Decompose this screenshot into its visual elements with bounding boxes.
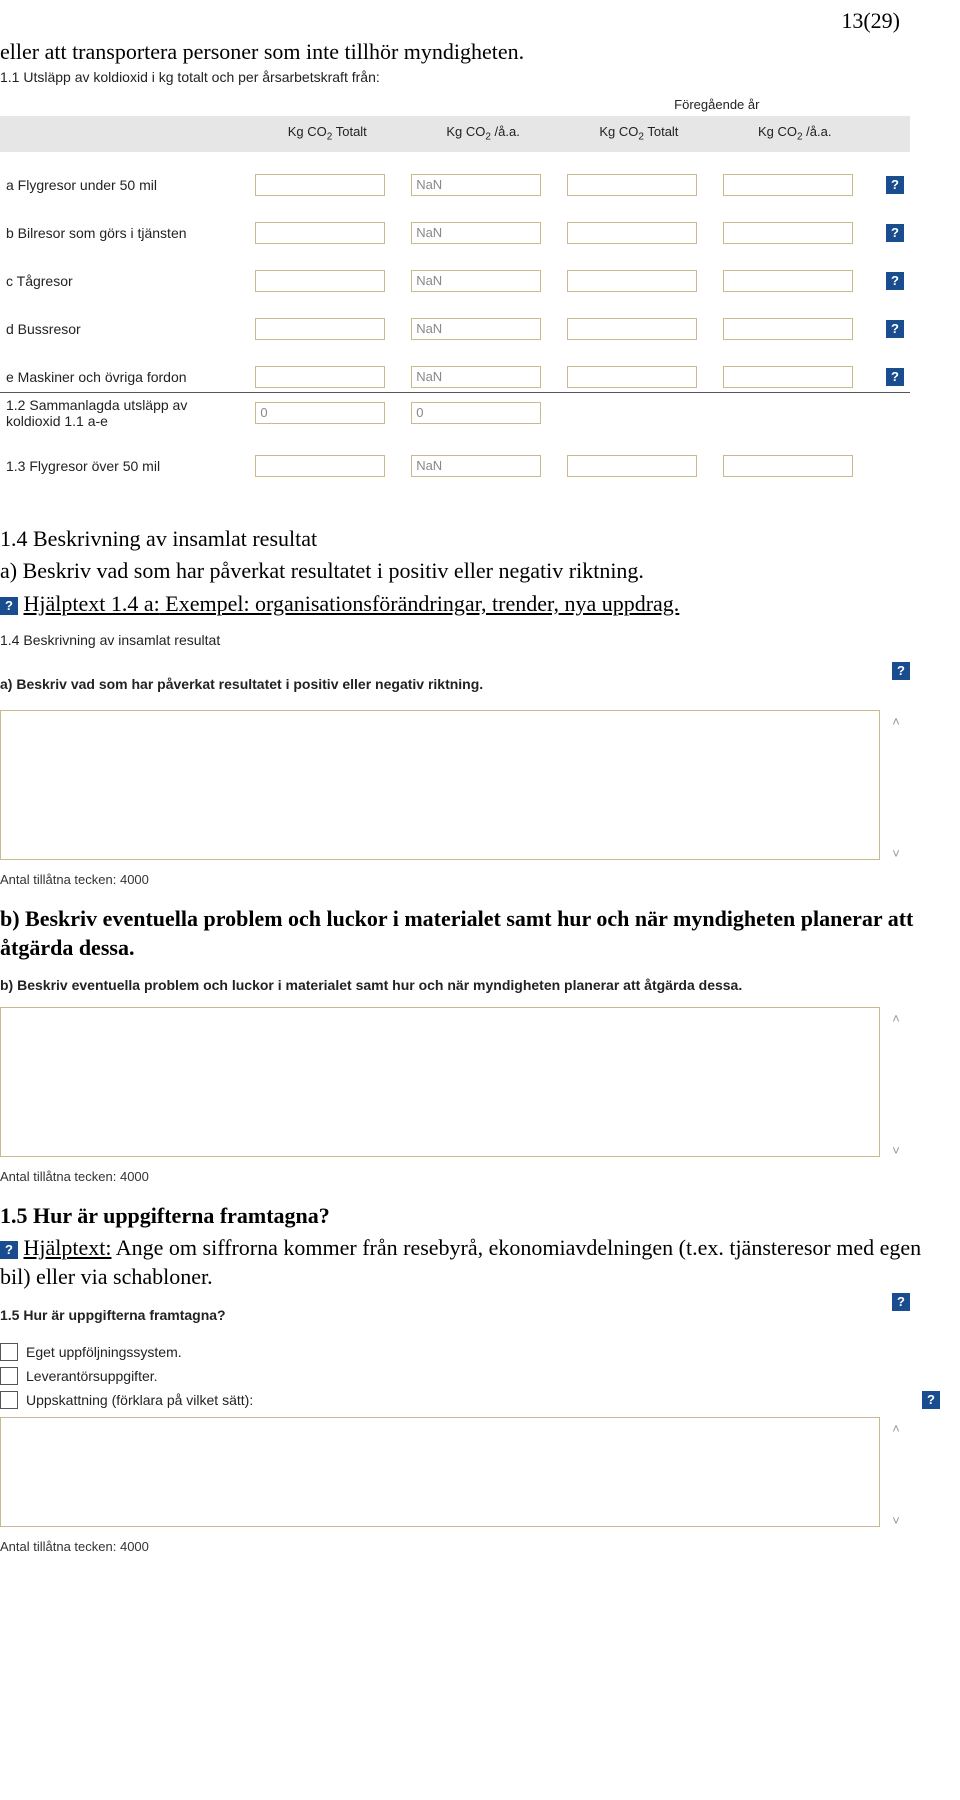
prev-co2-peraa-input[interactable] <box>723 222 853 244</box>
scroll-up-icon[interactable]: ˄ <box>888 1011 904 1027</box>
prev-co2-total-input[interactable] <box>567 455 697 477</box>
col-header: Totalt <box>644 124 678 139</box>
prev-co2-total-input[interactable] <box>567 222 697 244</box>
option-label: Uppskattning (förklara på vilket sätt): <box>26 1392 253 1408</box>
option-estimation[interactable]: Uppskattning (förklara på vilket sätt): … <box>0 1391 940 1409</box>
sec-1-4-title: 1.4 Beskrivning av insamlat resultat <box>0 525 940 554</box>
co2-total-input[interactable] <box>255 222 385 244</box>
sum-total <box>255 402 385 424</box>
prev-co2-peraa-input[interactable] <box>723 366 853 388</box>
page-number: 13(29) <box>0 0 940 34</box>
option-supplier[interactable]: Leverantörsuppgifter. <box>0 1367 940 1385</box>
help-icon[interactable]: ? <box>886 368 904 386</box>
checkbox-icon[interactable] <box>0 1391 18 1409</box>
help-link: Hjälptext: <box>24 1235 112 1260</box>
prev-co2-peraa-input[interactable] <box>723 174 853 196</box>
option-label: Leverantörsuppgifter. <box>26 1368 158 1384</box>
co2-peraa-input[interactable] <box>411 455 541 477</box>
prev-co2-total-input[interactable] <box>567 366 697 388</box>
co2-total-input[interactable] <box>255 270 385 292</box>
emissions-table: Föregående år Kg CO2 Totalt Kg CO2 /å.a.… <box>0 93 910 481</box>
sec-1-4b-form-label: b) Beskriv eventuella problem och luckor… <box>0 977 940 993</box>
co2-peraa-input[interactable] <box>411 222 541 244</box>
help-icon[interactable]: ? <box>886 272 904 290</box>
char-count-note: Antal tillåtna tecken: 4000 <box>0 1169 940 1184</box>
co2-peraa-input[interactable] <box>411 318 541 340</box>
row-label: c Tågresor <box>0 266 249 296</box>
co2-total-input[interactable] <box>255 174 385 196</box>
scroll-down-icon[interactable]: ˅ <box>888 1513 904 1529</box>
scroll-up-icon[interactable]: ˄ <box>888 714 904 730</box>
sec-1-4a-textarea[interactable] <box>0 710 880 860</box>
sec-1-5-form-title: 1.5 Hur är uppgifterna framtagna? <box>0 1307 892 1323</box>
help-text: Exempel: organisationsförändringar, tren… <box>160 591 680 616</box>
sec-1-4b-textarea[interactable] <box>0 1007 880 1157</box>
co2-total-input[interactable] <box>255 455 385 477</box>
prev-co2-total-input[interactable] <box>567 174 697 196</box>
col-header: /å.a. <box>803 124 832 139</box>
scroll-up-icon[interactable]: ˄ <box>888 1421 904 1437</box>
row-label: a Flygresor under 50 mil <box>0 170 249 200</box>
help-icon[interactable]: ? <box>892 1293 910 1311</box>
prev-co2-total-input[interactable] <box>567 270 697 292</box>
sec-1-4a-form-label: a) Beskriv vad som har påverkat resultat… <box>0 676 892 692</box>
option-own-system[interactable]: Eget uppföljningssystem. <box>0 1343 940 1361</box>
sec-1-5-textarea[interactable] <box>0 1417 880 1527</box>
help-icon[interactable]: ? <box>886 320 904 338</box>
sec-1-5-title: 1.5 Hur är uppgifterna framtagna? <box>0 1202 940 1231</box>
co2-total-input[interactable] <box>255 318 385 340</box>
char-count-note: Antal tillåtna tecken: 4000 <box>0 872 940 887</box>
prev-co2-peraa-input[interactable] <box>723 270 853 292</box>
col-header: Kg CO <box>758 124 797 139</box>
scroll-down-icon[interactable]: ˅ <box>888 846 904 862</box>
help-text: Ange om siffrorna kommer från resebyrå, … <box>0 1235 921 1289</box>
co2-peraa-input[interactable] <box>411 270 541 292</box>
col-header: Totalt <box>332 124 366 139</box>
help-icon[interactable]: ? <box>922 1391 940 1409</box>
help-icon[interactable]: ? <box>886 176 904 194</box>
co2-total-input[interactable] <box>255 366 385 388</box>
col-header: /å.a. <box>491 124 520 139</box>
help-icon[interactable]: ? <box>886 224 904 242</box>
co2-peraa-input[interactable] <box>411 366 541 388</box>
prev-co2-total-input[interactable] <box>567 318 697 340</box>
row-label: d Bussresor <box>0 314 249 344</box>
prev-year-header: Föregående år <box>561 93 873 116</box>
row-label: 1.3 Flygresor över 50 mil <box>0 451 249 481</box>
col-header: Kg CO <box>599 124 638 139</box>
row-label: b Bilresor som görs i tjänsten <box>0 218 249 248</box>
help-1-4a: ? Hjälptext 1.4 a: Exempel: organisation… <box>0 590 940 619</box>
col-header: Kg CO <box>288 124 327 139</box>
checkbox-icon[interactable] <box>0 1367 18 1385</box>
col-header: Kg CO <box>446 124 485 139</box>
intro-text: eller att transportera personer som inte… <box>0 38 940 67</box>
co2-peraa-input[interactable] <box>411 174 541 196</box>
sec-1-1-title: 1.1 Utsläpp av koldioxid i kg totalt och… <box>0 69 940 85</box>
help-icon[interactable]: ? <box>0 1241 18 1259</box>
checkbox-icon[interactable] <box>0 1343 18 1361</box>
option-label: Eget uppföljningssystem. <box>26 1344 182 1360</box>
prev-co2-peraa-input[interactable] <box>723 455 853 477</box>
sec-1-4b-text: b) Beskriv eventuella problem och luckor… <box>0 905 940 962</box>
sec-1-4a-text: a) Beskriv vad som har påverkat resultat… <box>0 557 940 586</box>
sum-label: 1.2 Sammanlagda utsläpp av koldioxid 1.1… <box>0 392 249 433</box>
sec-1-4-form-title: 1.4 Beskrivning av insamlat resultat <box>0 632 940 648</box>
scroll-down-icon[interactable]: ˅ <box>888 1143 904 1159</box>
row-label: e Maskiner och övriga fordon <box>0 362 249 393</box>
help-icon[interactable]: ? <box>0 597 18 615</box>
help-icon[interactable]: ? <box>892 662 910 680</box>
char-count-note: Antal tillåtna tecken: 4000 <box>0 1539 940 1554</box>
help-link: Hjälptext 1.4 a: <box>24 591 160 616</box>
help-1-5: ? Hjälptext: Ange om siffrorna kommer fr… <box>0 1234 940 1291</box>
prev-co2-peraa-input[interactable] <box>723 318 853 340</box>
sum-peraa <box>411 402 541 424</box>
